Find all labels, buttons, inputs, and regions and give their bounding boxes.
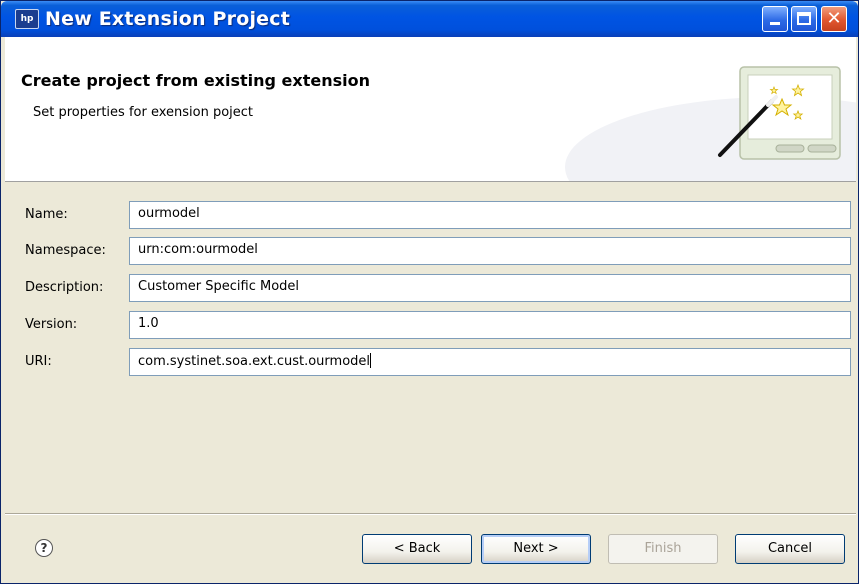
namespace-field[interactable]: urn:com:ourmodel — [129, 237, 851, 265]
wizard-header: Create project from existing extension S… — [5, 37, 856, 182]
version-label: Version: — [25, 317, 78, 332]
close-icon: ✕ — [826, 8, 842, 29]
help-icon[interactable]: ? — [35, 539, 53, 557]
footer-separator — [5, 513, 856, 515]
wizard-wand-icon — [718, 66, 841, 160]
namespace-label: Namespace: — [25, 243, 106, 258]
back-button[interactable]: < Back — [362, 534, 472, 564]
maximize-icon — [797, 12, 811, 25]
uri-field[interactable]: com.systinet.soa.ext.cust.ourmodel — [129, 348, 851, 376]
title-bar[interactable]: hp New Extension Project ✕ — [1, 1, 858, 37]
window-title: New Extension Project — [45, 8, 290, 30]
page-description: Set properties for exension poject — [33, 105, 254, 120]
description-label: Description: — [25, 280, 104, 295]
hp-logo-icon: hp — [15, 9, 39, 29]
namespace-row: Namespace: urn:com:ourmodel — [5, 237, 856, 265]
description-field[interactable]: Customer Specific Model — [129, 274, 851, 302]
cancel-button[interactable]: Cancel — [735, 534, 845, 564]
page-title: Create project from existing extension — [21, 71, 370, 90]
next-button[interactable]: Next > — [481, 534, 591, 564]
wizard-dialog: hp New Extension Project ✕ Create projec… — [0, 0, 859, 584]
finish-button[interactable]: Finish — [608, 534, 718, 564]
text-caret — [370, 353, 372, 368]
name-label: Name: — [25, 207, 68, 222]
name-row: Name: ourmodel — [5, 201, 856, 229]
minimize-icon — [770, 22, 780, 25]
version-field[interactable]: 1.0 — [129, 311, 851, 339]
properties-form: Name: ourmodel Namespace: urn:com:ourmod… — [5, 182, 856, 512]
uri-value: com.systinet.soa.ext.cust.ourmodel — [138, 354, 371, 369]
description-row: Description: Customer Specific Model — [5, 274, 856, 302]
uri-label: URI: — [25, 354, 52, 369]
minimize-button[interactable] — [762, 6, 788, 32]
name-field[interactable]: ourmodel — [129, 201, 851, 229]
version-row: Version: 1.0 — [5, 311, 856, 339]
maximize-button[interactable] — [791, 6, 817, 32]
uri-row: URI: com.systinet.soa.ext.cust.ourmodel — [5, 348, 856, 376]
close-button[interactable]: ✕ — [821, 6, 847, 32]
